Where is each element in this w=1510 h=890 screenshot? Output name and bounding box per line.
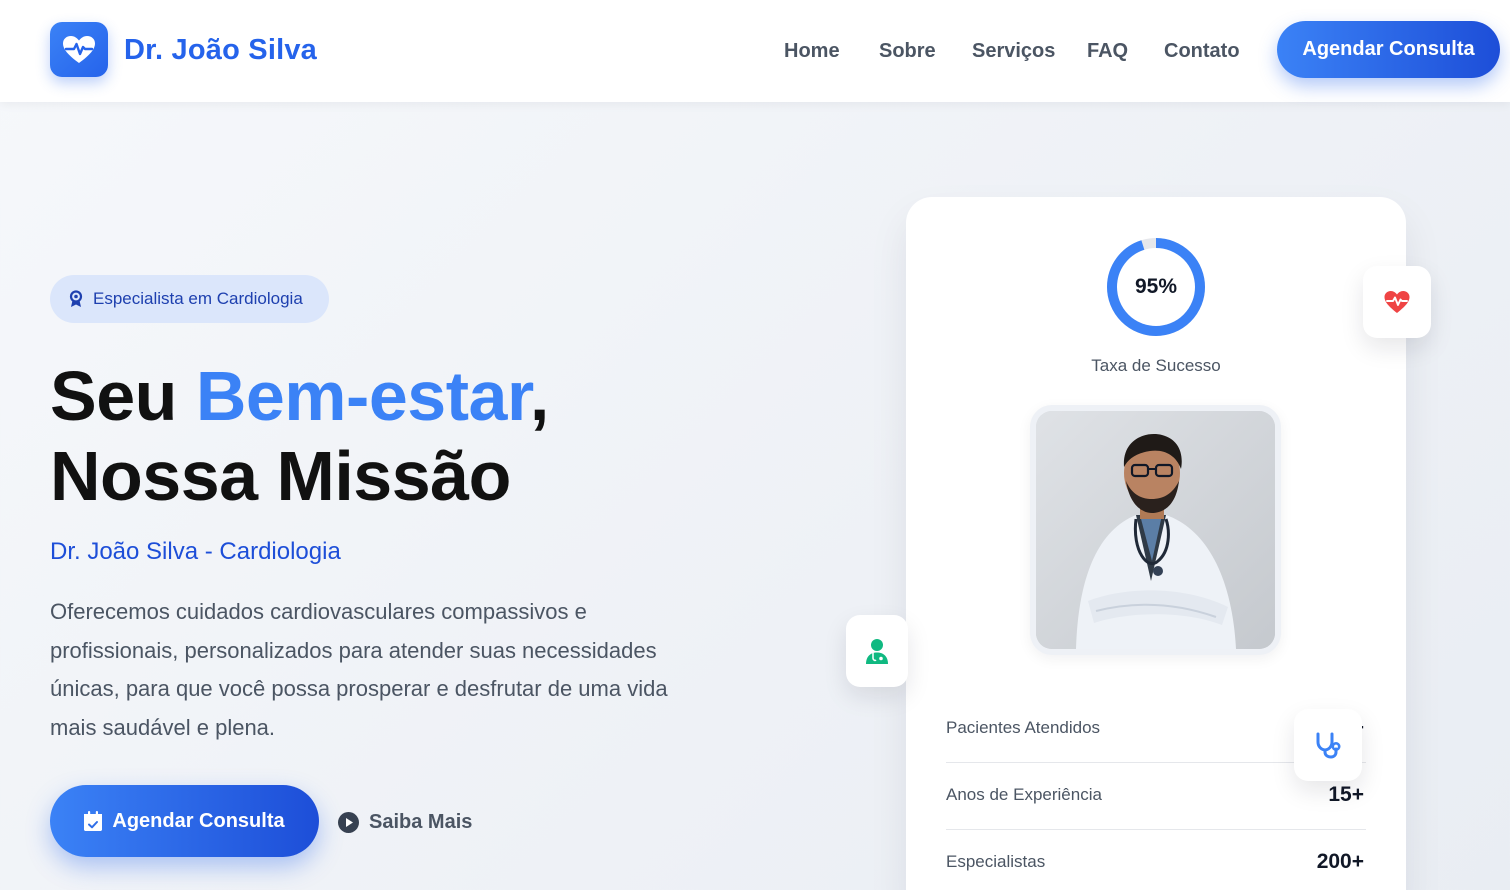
- floating-stethoscope-badge: [1294, 709, 1362, 781]
- title-part-1: Seu: [50, 357, 196, 435]
- doctor-photo: [1036, 411, 1275, 649]
- nav-faq[interactable]: FAQ: [1087, 40, 1128, 63]
- stat-label: Pacientes Atendidos: [946, 718, 1101, 737]
- primary-cta-label: Agendar Consulta: [112, 809, 285, 832]
- nav-home[interactable]: Home: [784, 40, 840, 63]
- award-icon: [69, 290, 83, 307]
- floating-doctor-badge: [846, 615, 908, 687]
- floating-heart-badge: [1363, 266, 1431, 338]
- title-line-2: Nossa Missão: [50, 437, 511, 515]
- success-rate-caption: Taxa de Sucesso: [1091, 356, 1221, 375]
- title-accent: Bem-estar: [195, 357, 531, 435]
- stethoscope-icon: [1316, 732, 1341, 759]
- hero-title: Seu Bem-estar, Nossa Missão: [50, 356, 549, 516]
- user-doctor-icon: [866, 639, 888, 664]
- heart-pulse-icon: [63, 35, 95, 63]
- stat-label: Anos de Experiência: [946, 785, 1102, 804]
- learn-more-label: Saiba Mais: [369, 810, 473, 833]
- stat-value: 200+: [1316, 850, 1364, 873]
- doctor-photo-frame: [1030, 405, 1281, 655]
- doctor-illustration: [1036, 411, 1275, 649]
- badge-label: Especialista em Cardiologia: [93, 289, 303, 308]
- hero-subtitle: Dr. João Silva - Cardiologia: [50, 538, 341, 565]
- site-header: Dr. João Silva Home Sobre Serviços FAQ C…: [0, 0, 1510, 102]
- learn-more-button[interactable]: Saiba Mais: [338, 806, 472, 838]
- stat-label: Especialistas: [946, 852, 1046, 871]
- logo[interactable]: [50, 22, 108, 77]
- nav-services[interactable]: Serviços: [972, 40, 1055, 63]
- nav-about[interactable]: Sobre: [879, 40, 936, 63]
- stat-row-specialists: Especialistas 200+: [946, 830, 1366, 890]
- header-appointment-button[interactable]: Agendar Consulta: [1277, 21, 1500, 78]
- brand-name[interactable]: Dr. João Silva: [124, 34, 317, 67]
- success-rate-value: 95%: [1134, 275, 1178, 298]
- primary-appointment-button[interactable]: Agendar Consulta: [50, 785, 319, 857]
- heart-icon: [1384, 291, 1410, 313]
- success-rate-ring: 95%: [1105, 236, 1207, 338]
- nav-contact[interactable]: Contato: [1164, 40, 1240, 63]
- specialty-badge: Especialista em Cardiologia: [50, 275, 329, 323]
- play-circle-icon: [338, 811, 359, 833]
- title-part-2: ,: [529, 357, 549, 435]
- calendar-check-icon: [84, 811, 103, 831]
- hero-description: Oferecemos cuidados cardiovasculares com…: [50, 599, 668, 740]
